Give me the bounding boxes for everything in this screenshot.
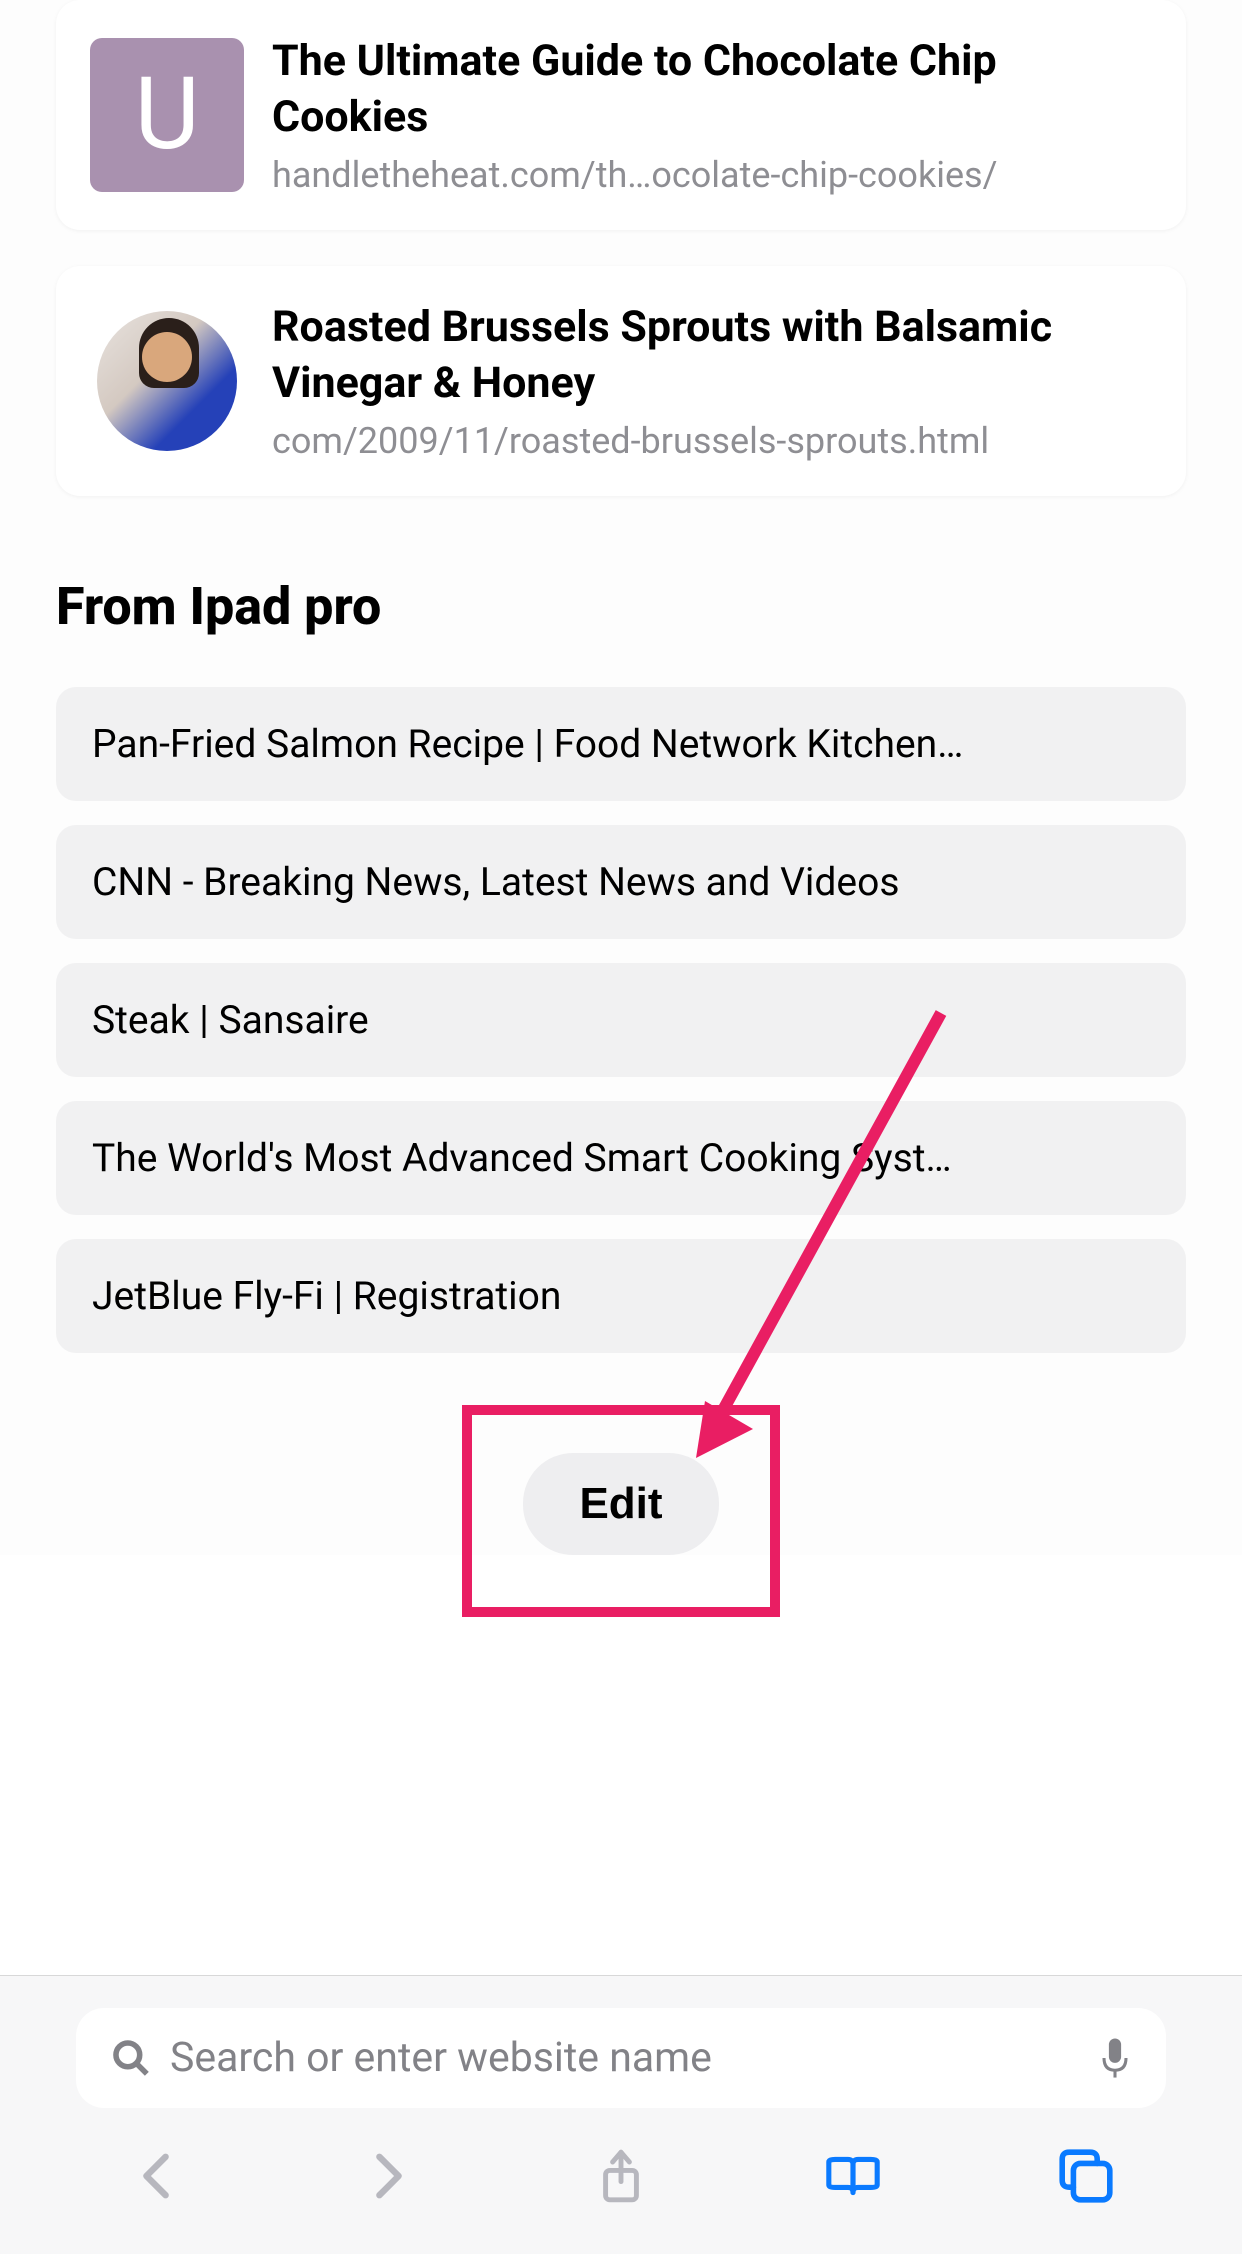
tab-title: The Ultimate Guide to Chocolate Chip Coo… [272, 34, 1152, 146]
site-letter-icon: U [90, 38, 244, 192]
remote-tab-item[interactable]: The World's Most Advanced Smart Cooking … [56, 1101, 1186, 1215]
tab-card[interactable]: U The Ultimate Guide to Chocolate Chip C… [56, 0, 1186, 230]
remote-tab-item[interactable]: JetBlue Fly-Fi | Registration [56, 1239, 1186, 1353]
search-placeholder: Search or enter website name [170, 2034, 1080, 2082]
tab-url: com/2009/11/roasted-brussels-sprouts.htm… [272, 420, 1152, 462]
bookmarks-button[interactable] [825, 2148, 881, 2204]
toolbar [0, 2122, 1242, 2254]
chevron-left-icon [140, 2150, 172, 2202]
share-button[interactable] [593, 2148, 649, 2204]
tab-url: handletheheat.com/th…ocolate-chip-cookie… [272, 154, 1152, 196]
tab-title: Roasted Brussels Sprouts with Balsamic V… [272, 300, 1152, 412]
tabs-icon [1058, 2147, 1114, 2205]
share-icon [600, 2147, 642, 2205]
remote-tab-item[interactable]: Steak | Sansaire [56, 963, 1186, 1077]
back-button[interactable] [128, 2148, 184, 2204]
tab-card[interactable]: Roasted Brussels Sprouts with Balsamic V… [56, 266, 1186, 496]
edit-button[interactable]: Edit [523, 1453, 718, 1555]
remote-tab-item[interactable]: CNN - Breaking News, Latest News and Vid… [56, 825, 1186, 939]
chevron-right-icon [373, 2150, 405, 2202]
bottom-bar: Search or enter website name [0, 1975, 1242, 2254]
forward-button[interactable] [361, 2148, 417, 2204]
remote-tab-item[interactable]: Pan-Fried Salmon Recipe | Food Network K… [56, 687, 1186, 801]
search-icon [112, 2039, 150, 2077]
tab-text: The Ultimate Guide to Chocolate Chip Coo… [272, 34, 1152, 196]
tab-text: Roasted Brussels Sprouts with Balsamic V… [272, 300, 1152, 462]
section-title: From Ipad pro [56, 576, 1186, 637]
tabs-button[interactable] [1058, 2148, 1114, 2204]
site-avatar-icon [97, 311, 237, 451]
book-icon [825, 2151, 881, 2201]
microphone-icon[interactable] [1100, 2036, 1130, 2080]
search-input[interactable]: Search or enter website name [76, 2008, 1166, 2108]
